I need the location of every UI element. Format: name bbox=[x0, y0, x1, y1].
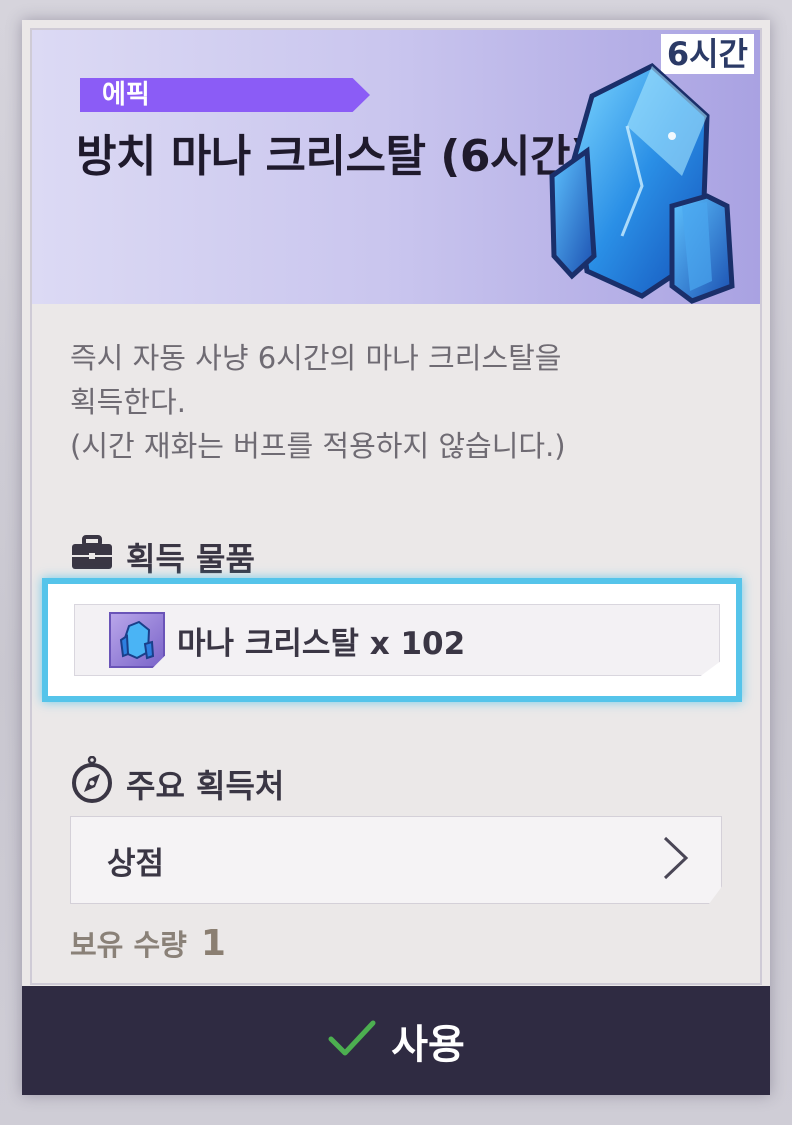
mana-crystal-icon bbox=[109, 612, 165, 668]
use-button[interactable]: 사용 bbox=[22, 986, 770, 1095]
reward-item[interactable]: 마나 크리스탈 x 102 bbox=[74, 604, 720, 676]
item-description: 즉시 자동 사냥 6시간의 마나 크리스탈을 획득한다. (시간 재화는 버프를… bbox=[70, 336, 710, 468]
source-label: 상점 bbox=[107, 845, 165, 882]
reward-label: 마나 크리스탈 x 102 bbox=[177, 625, 466, 662]
owned-quantity: 보유 수량 1 bbox=[70, 922, 226, 964]
briefcase-icon bbox=[70, 535, 114, 579]
item-title: 방치 마나 크리스탈 (6시간) bbox=[76, 131, 590, 182]
grade-badge: 에픽 bbox=[80, 78, 370, 112]
item-header: 6시간 에픽 방치 마나 크리스탈 (6시간) bbox=[32, 30, 760, 304]
sources-section-title: 주요 획득처 bbox=[70, 755, 285, 812]
chevron-right-icon bbox=[661, 835, 689, 885]
owned-value: 1 bbox=[200, 923, 226, 964]
use-label: 사용 bbox=[391, 1021, 465, 1068]
source-shop-button[interactable]: 상점 bbox=[70, 816, 722, 904]
description-line: (시간 재화는 버프를 적용하지 않습니다.) bbox=[70, 429, 566, 463]
compass-icon bbox=[70, 755, 114, 812]
rewards-title: 획득 물품 bbox=[126, 540, 255, 578]
item-detail-panel: 6시간 에픽 방치 마나 크리스탈 (6시간) 즉시 자동 사냥 6시간의 마나… bbox=[22, 20, 770, 1095]
mana-crystal-icon bbox=[549, 62, 735, 304]
owned-label: 보유 수량 bbox=[70, 928, 187, 962]
reward-highlight-frame: 마나 크리스탈 x 102 bbox=[42, 578, 742, 702]
description-line: 즉시 자동 사냥 6시간의 마나 크리스탈을 bbox=[70, 341, 562, 375]
checkmark-icon bbox=[327, 1019, 377, 1063]
rewards-section-title: 획득 물품 bbox=[70, 534, 255, 580]
description-line: 획득한다. bbox=[70, 385, 186, 419]
sources-title: 주요 획득처 bbox=[126, 767, 285, 805]
